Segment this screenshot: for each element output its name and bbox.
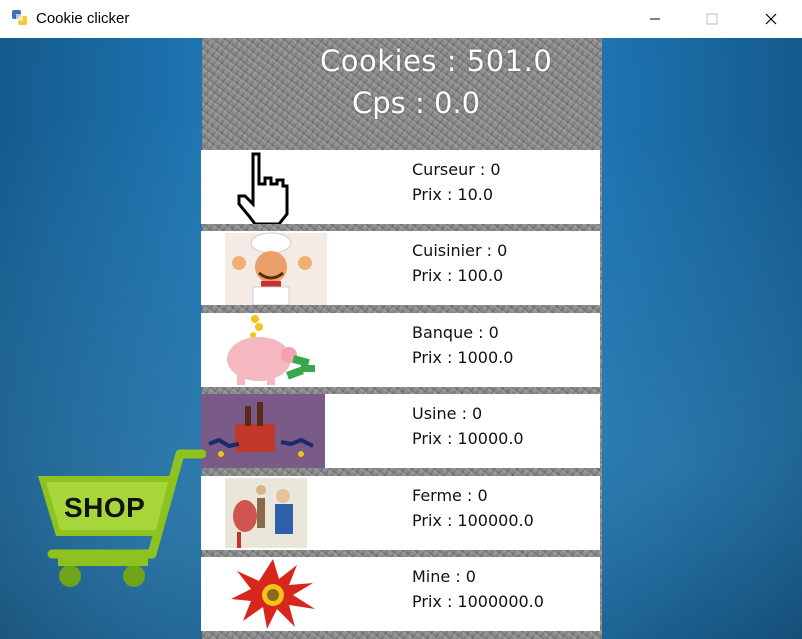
- game-canvas[interactable]: Cookies : 501.0 Cps : 0.0 Curseur : 0 Pr…: [0, 38, 802, 639]
- cursor-hand-icon: [237, 152, 289, 224]
- shop-item-banque[interactable]: Banque : 0 Prix : 1000.0: [201, 313, 600, 387]
- factory-icon: [201, 394, 325, 468]
- item-name: Usine : 0: [412, 404, 483, 423]
- piggy-bank-icon: [227, 315, 315, 385]
- close-button[interactable]: [748, 0, 794, 38]
- shop-item-ferme[interactable]: Ferme : 0 Prix : 100000.0: [201, 476, 600, 550]
- close-icon: [765, 13, 777, 25]
- item-price: Prix : 1000000.0: [412, 592, 544, 611]
- window-title: Cookie clicker: [36, 10, 130, 27]
- item-name: Ferme : 0: [412, 486, 488, 505]
- minimize-icon: [650, 18, 660, 20]
- cookies-counter: Cookies : 501.0: [320, 44, 553, 78]
- shop-item-curseur[interactable]: Curseur : 0 Prix : 10.0: [201, 150, 600, 224]
- minimize-button[interactable]: [632, 0, 678, 38]
- item-name: Curseur : 0: [412, 160, 501, 179]
- item-name: Mine : 0: [412, 567, 476, 586]
- title-bar: Cookie clicker: [0, 0, 802, 39]
- item-price: Prix : 1000.0: [412, 348, 514, 367]
- shop-item-usine[interactable]: Usine : 0 Prix : 10000.0: [201, 394, 600, 468]
- maximize-button[interactable]: [689, 0, 735, 38]
- maximize-icon: [706, 13, 718, 25]
- shop-item-mine[interactable]: Mine : 0 Prix : 1000000.0: [201, 557, 600, 631]
- item-price: Prix : 10.0: [412, 185, 494, 204]
- item-name: Cuisinier : 0: [412, 241, 508, 260]
- explosion-icon: [231, 559, 315, 629]
- item-price: Prix : 100.0: [412, 266, 504, 285]
- python-app-icon: [12, 10, 27, 25]
- chef-icon: [225, 232, 327, 305]
- shop-item-cuisinier[interactable]: Cuisinier : 0 Prix : 100.0: [201, 231, 600, 305]
- shop-label: SHOP: [64, 492, 146, 523]
- cps-counter: Cps : 0.0: [352, 86, 481, 120]
- item-price: Prix : 100000.0: [412, 511, 534, 530]
- farm-icon: [225, 478, 307, 548]
- item-name: Banque : 0: [412, 323, 499, 342]
- item-price: Prix : 10000.0: [412, 429, 524, 448]
